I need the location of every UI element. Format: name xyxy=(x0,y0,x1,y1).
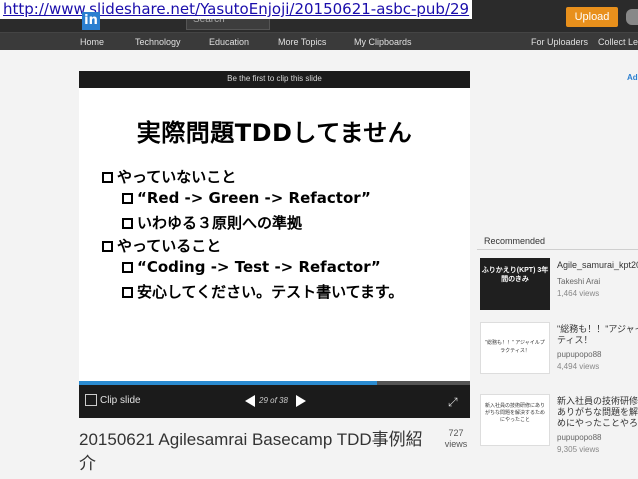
square-bullet-icon xyxy=(122,262,133,273)
prev-slide-icon[interactable] xyxy=(245,395,255,407)
recommended-views: 1,464 views xyxy=(557,289,600,298)
recommended-views: 4,494 views xyxy=(557,362,600,371)
nav-more-topics[interactable]: More Topics xyxy=(278,33,326,51)
square-bullet-icon xyxy=(122,193,133,204)
recommended-header: Recommended xyxy=(477,232,638,250)
next-slide-icon[interactable] xyxy=(296,395,306,407)
recommended-author[interactable]: pupupopo88 xyxy=(557,433,602,442)
thumbnail-text: 新入社員の技術研修にありがちな問題を解決するためにやったこと xyxy=(485,403,546,423)
recommended-author[interactable]: pupupopo88 xyxy=(557,350,602,359)
recommended-thumbnail[interactable]: 新入社員の技術研修にありがちな問題を解決するためにやったこと xyxy=(480,394,550,446)
player-controls: Clip slide 29 of 38 ⤢ xyxy=(79,385,470,418)
recommended-title[interactable]: Agile_samurai_kpt20 xyxy=(557,260,638,271)
slideshow-title: 20150621 Agilesamrai Basecamp TDD事例紹介 xyxy=(79,430,423,473)
nav-bar: Home Technology Education More Topics My… xyxy=(0,32,638,51)
recommended-title-line2[interactable]: ティス！ xyxy=(557,335,592,346)
recommended-title-line3[interactable]: めにやったことやろうと xyxy=(557,418,638,429)
ad-label: Ad xyxy=(627,73,638,82)
slide-bullet: やっていないこと xyxy=(102,166,236,187)
thumbnail-text: ふりかえり(KPT) 3年間のきみ xyxy=(481,267,549,283)
fullscreen-icon[interactable]: ⤢ xyxy=(448,395,458,410)
slide-bullet: “Coding -> Test -> Refactor” xyxy=(122,258,381,276)
slide-bullet: “Red -> Green -> Refactor” xyxy=(122,189,371,207)
nav-education[interactable]: Education xyxy=(209,33,249,51)
slideshare-logo[interactable]: in xyxy=(82,12,100,30)
slide-bullet: やっていること xyxy=(102,235,221,256)
upload-button[interactable]: Upload xyxy=(566,7,618,27)
clip-slide-button[interactable]: Clip slide xyxy=(100,395,141,406)
slide-view[interactable]: 実際問題TDDしてません やっていないこと “Red -> Green -> R… xyxy=(79,88,470,381)
nav-technology[interactable]: Technology xyxy=(135,33,181,51)
recommended-author[interactable]: Takeshi Arai xyxy=(557,277,600,286)
recommended-thumbnail[interactable]: "総務も！！" アジャイルプラクティス！ xyxy=(480,322,550,374)
recommended-item[interactable]: 新入社員の技術研修にありがちな問題を解決するためにやったこと 新入社員の技術研修… xyxy=(477,394,638,464)
nav-home[interactable]: Home xyxy=(80,33,104,51)
recommended-item[interactable]: ふりかえり(KPT) 3年間のきみ Agile_samurai_kpt20 Ta… xyxy=(477,258,638,320)
nav-my-clipboards[interactable]: My Clipboards xyxy=(354,33,412,51)
thumbnail-text: "総務も！！" アジャイルプラクティス！ xyxy=(485,340,545,354)
recommended-title[interactable]: "総務も！！"アジャイル xyxy=(557,324,638,335)
slide-title: 実際問題TDDしてません xyxy=(136,119,413,147)
square-bullet-icon xyxy=(102,172,113,183)
recommended-item[interactable]: "総務も！！" アジャイルプラクティス！ "総務も！！"アジャイル ティス！ p… xyxy=(477,322,638,384)
profile-icon[interactable] xyxy=(626,9,638,25)
clip-banner: Be the first to clip this slide xyxy=(227,74,322,83)
recommended-title-line2[interactable]: ありがちな問題を解決す xyxy=(557,407,638,418)
nav-for-uploaders[interactable]: For Uploaders xyxy=(531,33,588,51)
recommended-title[interactable]: 新入社員の技術研修に xyxy=(557,396,638,407)
square-bullet-icon xyxy=(122,287,133,298)
square-bullet-icon xyxy=(122,218,133,229)
recommended-views: 9,305 views xyxy=(557,445,600,454)
square-bullet-icon xyxy=(102,241,113,252)
nav-collect-leads[interactable]: Collect Le xyxy=(598,33,638,51)
slide-bullet: 安心してください。テスト書いてます。 xyxy=(122,281,403,302)
slide-player[interactable]: Be the first to clip this slide 実際問題TDDし… xyxy=(79,71,470,418)
url-overlay: http://www.slideshare.net/YasutoEnjoji/2… xyxy=(0,0,473,19)
clip-icon[interactable] xyxy=(85,394,97,406)
views-count: 727 views xyxy=(444,428,468,449)
page-counter: 29 of 38 xyxy=(259,396,288,405)
recommended-thumbnail[interactable]: ふりかえり(KPT) 3年間のきみ xyxy=(480,258,550,310)
slide-bullet: いわゆる３原則への準拠 xyxy=(122,212,302,233)
